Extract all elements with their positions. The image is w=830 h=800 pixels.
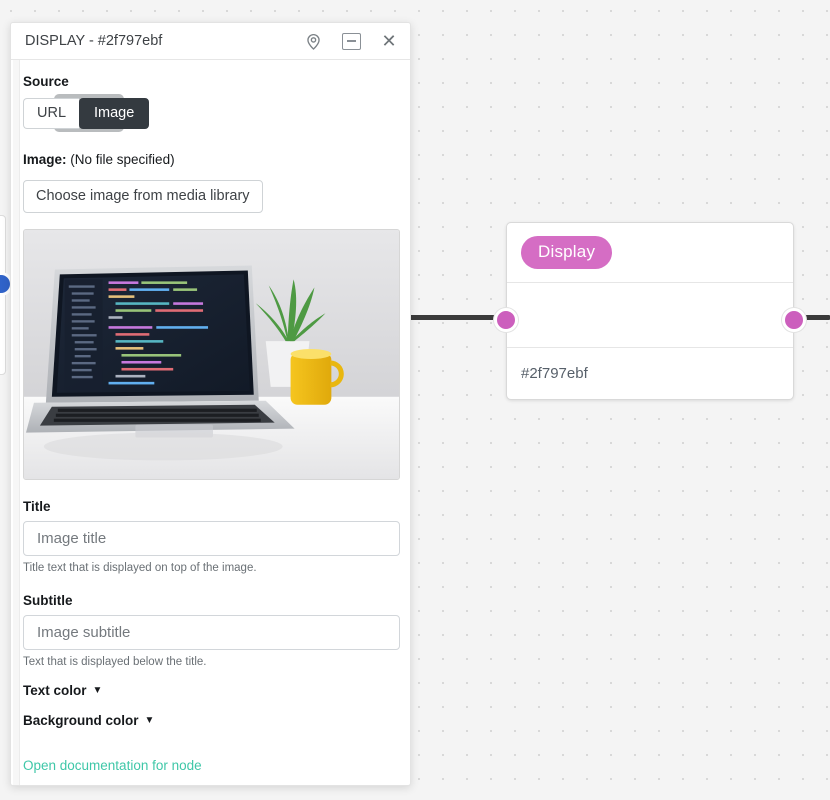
chevron-down-icon: ▼ bbox=[144, 714, 155, 726]
preview-illustration bbox=[24, 230, 399, 479]
choose-image-button[interactable]: Choose image from media library bbox=[23, 180, 263, 213]
source-option-image[interactable]: Image bbox=[79, 98, 150, 129]
chevron-down-icon: ▼ bbox=[92, 684, 103, 696]
image-file-value: (No file specified) bbox=[70, 152, 175, 167]
node-output-port[interactable] bbox=[782, 308, 806, 332]
title-input[interactable] bbox=[23, 521, 400, 556]
title-field-label: Title bbox=[23, 499, 51, 514]
panel-body: Source URL Image Image: (No file specifi… bbox=[11, 60, 410, 786]
node-uuid: 2f797ebf-c9ad-42f4-aa87-27b9cbe32686 bbox=[23, 785, 398, 786]
close-icon[interactable]: ✕ bbox=[378, 30, 400, 52]
image-file-status: Image: (No file specified) bbox=[23, 152, 398, 167]
background-color-dropdown[interactable]: Background color ▼ bbox=[23, 713, 398, 728]
node-id-label: #2f797ebf bbox=[521, 364, 588, 382]
panel-titlebar: DISPLAY - #2f797ebf ✕ bbox=[11, 23, 410, 60]
source-toggle-group[interactable]: URL Image bbox=[23, 94, 150, 132]
node-properties-panel[interactable]: DISPLAY - #2f797ebf ✕ Source URL Image I… bbox=[10, 22, 411, 786]
image-preview[interactable] bbox=[23, 229, 400, 480]
subtitle-field-helper: Text that is displayed below the title. bbox=[23, 656, 207, 668]
background-color-label: Background color bbox=[23, 713, 139, 728]
text-color-dropdown[interactable]: Text color ▼ bbox=[23, 683, 398, 698]
node-header: Display bbox=[507, 223, 793, 283]
node-display[interactable]: Display #2f797ebf bbox=[494, 222, 806, 400]
node-body bbox=[507, 283, 793, 348]
subtitle-input[interactable] bbox=[23, 615, 400, 650]
node-type-badge: Display bbox=[521, 236, 613, 269]
source-label: Source bbox=[23, 74, 69, 89]
open-documentation-link[interactable]: Open documentation for node bbox=[23, 758, 398, 773]
title-field-helper: Title text that is displayed on top of t… bbox=[23, 562, 257, 574]
location-pin-icon[interactable] bbox=[302, 30, 324, 52]
text-color-label: Text color bbox=[23, 683, 87, 698]
minimize-window-icon[interactable] bbox=[340, 30, 362, 52]
image-file-label: Image: bbox=[23, 152, 67, 167]
subtitle-field-label: Subtitle bbox=[23, 593, 73, 608]
panel-title: DISPLAY - #2f797ebf bbox=[25, 33, 163, 49]
node-input-port[interactable] bbox=[494, 308, 518, 332]
source-option-url[interactable]: URL bbox=[23, 98, 80, 129]
